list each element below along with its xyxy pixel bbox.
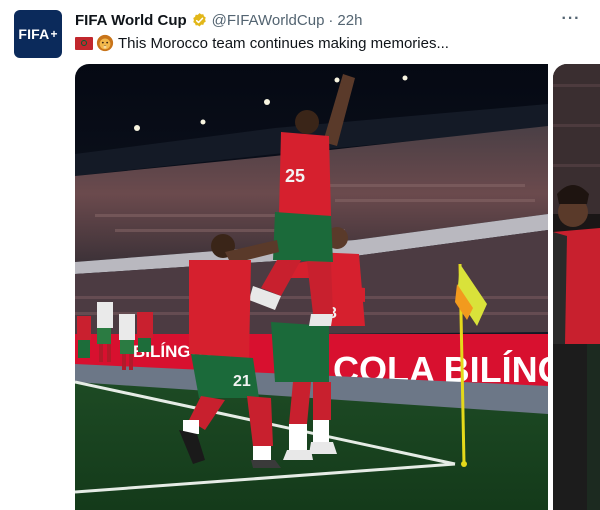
tweet-text: This Morocco team continues making memor…: [75, 33, 449, 53]
verified-badge-icon: [191, 12, 208, 29]
author-name[interactable]: FIFA World Cup: [75, 12, 187, 29]
avatar-text: FIFA: [18, 26, 50, 42]
avatar-symbol: +: [50, 27, 58, 41]
jersey-number-21: 21: [233, 373, 251, 390]
tweet-timestamp[interactable]: 22h: [337, 12, 362, 29]
tweet-photo-secondary[interactable]: [553, 64, 600, 510]
jersey-number-25: 25: [285, 166, 305, 186]
morocco-flag-icon: [75, 36, 93, 50]
tweet-photo-main[interactable]: BILÍNGUE R COLA BILÍNGUE: [75, 64, 548, 510]
author-handle[interactable]: @FIFAWorldCup: [212, 12, 325, 29]
lion-face-icon: [96, 34, 114, 52]
tweet-text-body: This Morocco team continues making memor…: [118, 34, 449, 52]
header-separator: ·: [328, 11, 334, 29]
avatar[interactable]: FIFA +: [14, 10, 62, 58]
tweet-card[interactable]: FIFA + FIFA World Cup @FIFAWorldCup · 22h…: [0, 0, 600, 510]
tweet-header: FIFA World Cup @FIFAWorldCup · 22h: [75, 10, 362, 30]
more-options-icon[interactable]: ···: [560, 8, 582, 30]
